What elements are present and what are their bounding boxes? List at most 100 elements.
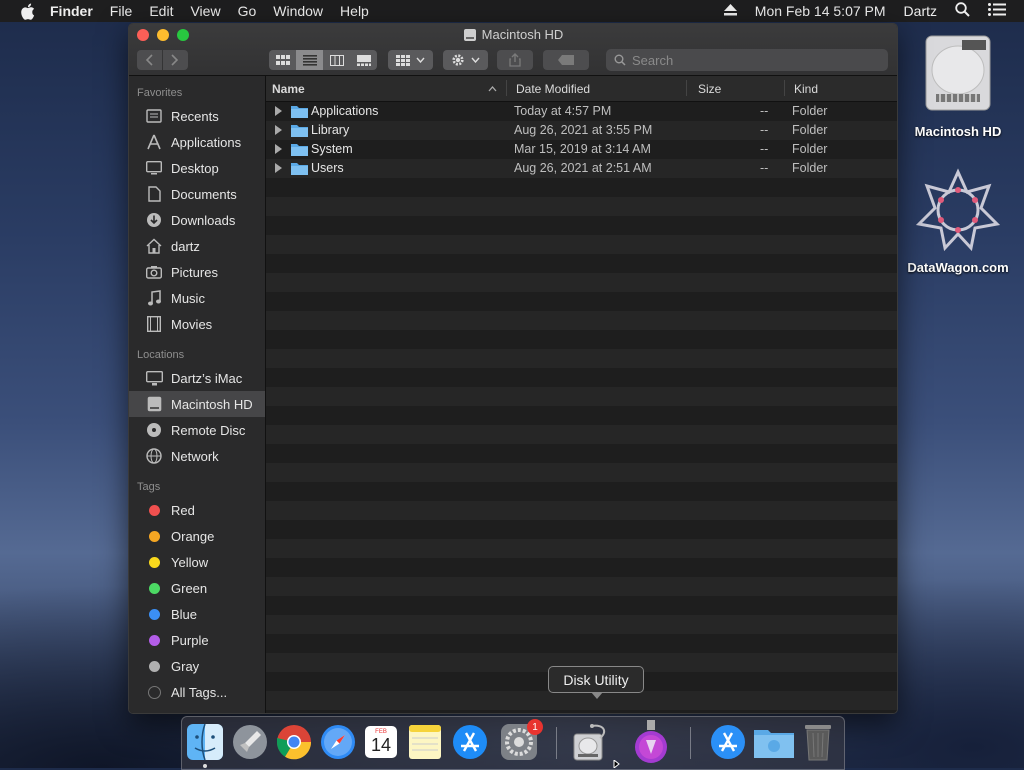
dock-calendar[interactable]: FEB 14: [361, 722, 401, 762]
menu-finder[interactable]: Finder: [50, 3, 93, 19]
dock-system-preferences[interactable]: 1: [499, 719, 543, 762]
film-icon: [145, 315, 163, 333]
table-row[interactable]: Applications Today at 4:57 PM -- Folder: [266, 102, 897, 121]
sidebar-item-movies[interactable]: Movies: [129, 311, 265, 337]
sidebar-tag-purple[interactable]: Purple: [129, 627, 265, 653]
dock-launchpad[interactable]: [230, 722, 270, 762]
chevron-down-icon: [416, 57, 425, 63]
tag-icon: [558, 55, 574, 65]
column-date-modified[interactable]: Date Modified: [516, 82, 590, 96]
disclosure-triangle-icon[interactable]: [275, 144, 282, 154]
forward-button[interactable]: [162, 50, 188, 70]
menubar-clock[interactable]: Mon Feb 14 5:07 PM: [755, 3, 886, 19]
dock-disk-utility[interactable]: [570, 722, 610, 762]
sidebar-all-tags[interactable]: All Tags...: [129, 679, 265, 705]
file-name: Applications: [311, 104, 379, 118]
menu-go[interactable]: Go: [238, 3, 257, 19]
trash-icon: [805, 725, 831, 761]
desktop-datawagon[interactable]: DataWagon.com: [906, 168, 1010, 275]
disk-utility-icon: [573, 724, 606, 761]
back-button[interactable]: [136, 50, 162, 70]
dock-trash[interactable]: [798, 722, 838, 762]
column-name[interactable]: Name: [272, 82, 305, 96]
all-tags-icon: [147, 685, 161, 699]
action-button[interactable]: [443, 50, 488, 70]
sidebar-tag-gray[interactable]: Gray: [129, 653, 265, 679]
dock-potion-app[interactable]: [631, 720, 671, 763]
eject-icon[interactable]: [723, 3, 737, 19]
dock-downloads-folder[interactable]: [754, 722, 794, 762]
sidebar-item-macintosh-hd[interactable]: Macintosh HD: [129, 391, 265, 417]
disclosure-triangle-icon[interactable]: [275, 163, 282, 173]
menu-bar: Finder File Edit View Go Window Help Mon…: [0, 0, 1024, 22]
table-row[interactable]: Users Aug 26, 2021 at 2:51 AM -- Folder: [266, 159, 897, 178]
notification-center-icon[interactable]: [988, 3, 1006, 19]
search-field[interactable]: Search: [606, 49, 888, 71]
sidebar-item-downloads[interactable]: Downloads: [129, 207, 265, 233]
sidebar-item-remote-disc[interactable]: Remote Disc: [129, 417, 265, 443]
sidebar-item-pictures[interactable]: Pictures: [129, 259, 265, 285]
menu-view[interactable]: View: [190, 3, 220, 19]
tags-heading: Tags: [137, 481, 161, 493]
tag-dot-yellow: [148, 556, 160, 568]
dock-app-store[interactable]: [450, 722, 490, 762]
desktop-macintosh-hd[interactable]: Macintosh HD: [906, 32, 1010, 139]
column-divider[interactable]: [506, 80, 507, 96]
column-divider[interactable]: [784, 80, 785, 96]
sidebar-item-applications[interactable]: Applications: [129, 129, 265, 155]
sidebar-item-home[interactable]: dartz: [129, 233, 265, 259]
disc-icon: [145, 421, 163, 439]
dock-safari[interactable]: [318, 722, 358, 762]
sidebar-item-label: Pictures: [171, 264, 218, 280]
sidebar-item-recents[interactable]: Recents: [129, 103, 265, 129]
recents-icon: [145, 107, 163, 125]
group-by-button[interactable]: [388, 50, 433, 70]
dock-chrome[interactable]: [274, 722, 314, 762]
sidebar-tag-red[interactable]: Red: [129, 497, 265, 523]
disclosure-triangle-icon[interactable]: [275, 125, 282, 135]
dock-notes[interactable]: [405, 722, 445, 762]
list-view-button[interactable]: [296, 50, 323, 70]
file-kind: Folder: [792, 142, 828, 156]
sidebar-tag-yellow[interactable]: Yellow: [129, 549, 265, 575]
sidebar-item-music[interactable]: Music: [129, 285, 265, 311]
document-icon: [145, 185, 163, 203]
sidebar-item-network[interactable]: Network: [129, 443, 265, 469]
apple-menu-icon[interactable]: [20, 3, 36, 20]
sidebar-item-desktop[interactable]: Desktop: [129, 155, 265, 181]
share-button[interactable]: [497, 50, 533, 70]
menu-help[interactable]: Help: [340, 3, 369, 19]
column-view-button[interactable]: [323, 50, 350, 70]
dock-finder[interactable]: [185, 722, 225, 762]
menu-file[interactable]: File: [110, 3, 133, 19]
sidebar-tag-orange[interactable]: Orange: [129, 523, 265, 549]
dock-app-store-downloads[interactable]: [708, 722, 748, 762]
sidebar-item-label: Documents: [171, 186, 237, 202]
menu-window[interactable]: Window: [273, 3, 323, 19]
icon-view-button[interactable]: [269, 50, 296, 70]
column-kind[interactable]: Kind: [794, 82, 818, 96]
sidebar-item-documents[interactable]: Documents: [129, 181, 265, 207]
file-kind: Folder: [792, 161, 828, 175]
menu-edit[interactable]: Edit: [149, 3, 173, 19]
sidebar-item-imac[interactable]: Dartz’s iMac: [129, 365, 265, 391]
spotlight-icon[interactable]: [955, 2, 970, 20]
chevron-left-icon: [145, 54, 153, 66]
gear-icon: [452, 54, 464, 66]
table-row[interactable]: System Mar 15, 2019 at 3:14 AM -- Folder: [266, 140, 897, 159]
gallery-view-button[interactable]: [350, 50, 377, 70]
table-row[interactable]: Library Aug 26, 2021 at 3:55 PM -- Folde…: [266, 121, 897, 140]
menubar-user[interactable]: Dartz: [904, 3, 937, 19]
file-kind: Folder: [792, 123, 828, 137]
file-rows: Applications Today at 4:57 PM -- Folder …: [266, 102, 897, 713]
file-date: Aug 26, 2021 at 2:51 AM: [514, 161, 652, 175]
desktop-datawagon-label: DataWagon.com: [907, 260, 1009, 275]
column-divider[interactable]: [686, 80, 687, 96]
sidebar-tag-blue[interactable]: Blue: [129, 601, 265, 627]
finder-icon: [187, 723, 223, 761]
hard-drive-icon: [925, 35, 991, 111]
tag-button[interactable]: [543, 50, 589, 70]
sidebar-tag-green[interactable]: Green: [129, 575, 265, 601]
disclosure-triangle-icon[interactable]: [275, 106, 282, 116]
column-size[interactable]: Size: [698, 82, 721, 96]
